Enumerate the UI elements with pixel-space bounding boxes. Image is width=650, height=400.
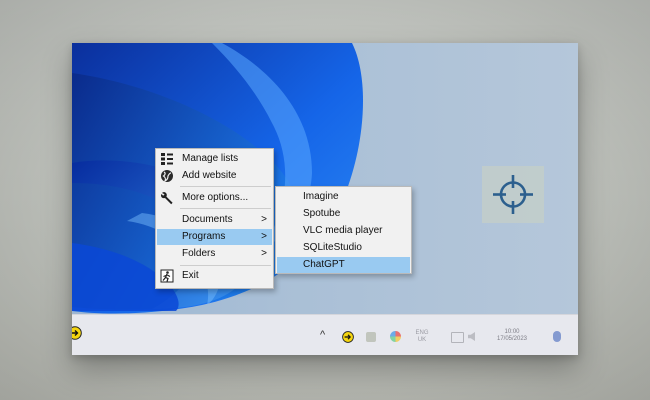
submenu-arrow-icon: > [261,214,267,225]
menu-item-manage-lists[interactable]: Manage lists [157,151,272,167]
menu-item-programs[interactable]: Programs > [157,229,272,245]
menu-separator [180,186,271,187]
network-icon[interactable] [451,332,464,343]
submenu-item-label: Imagine [303,191,339,202]
submenu-item-label: ChatGPT [303,259,345,270]
tray-launcher-icon[interactable] [342,331,354,343]
menu-item-label: Exit [182,270,199,281]
menu-item-label: More options... [182,192,249,203]
submenu-item-label: SQLiteStudio [303,242,362,253]
submenu-item-sqlitestudio[interactable]: SQLiteStudio [277,240,410,256]
menu-item-more-options[interactable]: More options... [157,190,272,206]
menu-item-label: Add website [182,170,237,181]
tray-time: 10:00 [504,329,520,335]
submenu-item-vlc-media-player[interactable]: VLC media player [277,223,410,239]
volume-icon[interactable] [468,332,475,341]
submenu-item-label: Spotube [303,208,341,219]
submenu-item-label: VLC media player [303,225,383,236]
menu-item-label: Folders [182,248,216,259]
menu-separator [180,265,271,266]
menu-separator [180,208,271,209]
wrench-icon [160,192,173,205]
tray-date: 17/05/2023 [496,336,528,342]
show-hidden-icons-chevron[interactable]: ^ [320,329,325,341]
tray-app-icon-1[interactable] [366,332,376,342]
submenu-item-imagine[interactable]: Imagine [277,189,410,205]
menu-item-folders[interactable]: Folders > [157,246,272,262]
submenu-arrow-icon: > [261,248,267,259]
notification-icon[interactable] [553,331,561,342]
menu-item-add-website[interactable]: Add website [157,168,272,184]
tray-app-icon-2[interactable] [390,331,401,342]
exit-icon [160,269,174,283]
submenu-arrow-icon: > [261,231,267,242]
crosshair-target[interactable] [482,166,544,223]
tray-language-indicator[interactable]: ENG UK [414,330,430,344]
menu-item-label: Programs [182,231,226,242]
tray-clock[interactable]: 10:00 17/05/2023 [492,329,532,343]
list-icon [161,153,173,165]
context-menu: Manage lists Add website More options...… [155,148,274,289]
submenu-item-spotube[interactable]: Spotube [277,206,410,222]
taskbar: ^ ENG UK 10:00 17/05/2023 [72,314,578,355]
programs-submenu: Imagine Spotube VLC media player SQLiteS… [275,186,412,274]
menu-item-label: Documents [182,214,233,225]
launcher-app-icon[interactable] [72,326,82,340]
menu-item-exit[interactable]: Exit [157,268,272,284]
submenu-item-chatgpt[interactable]: ChatGPT [277,257,410,273]
crosshair-icon [493,175,533,214]
menu-item-label: Manage lists [182,153,239,164]
globe-icon [161,170,173,183]
menu-item-documents[interactable]: Documents > [157,212,272,228]
